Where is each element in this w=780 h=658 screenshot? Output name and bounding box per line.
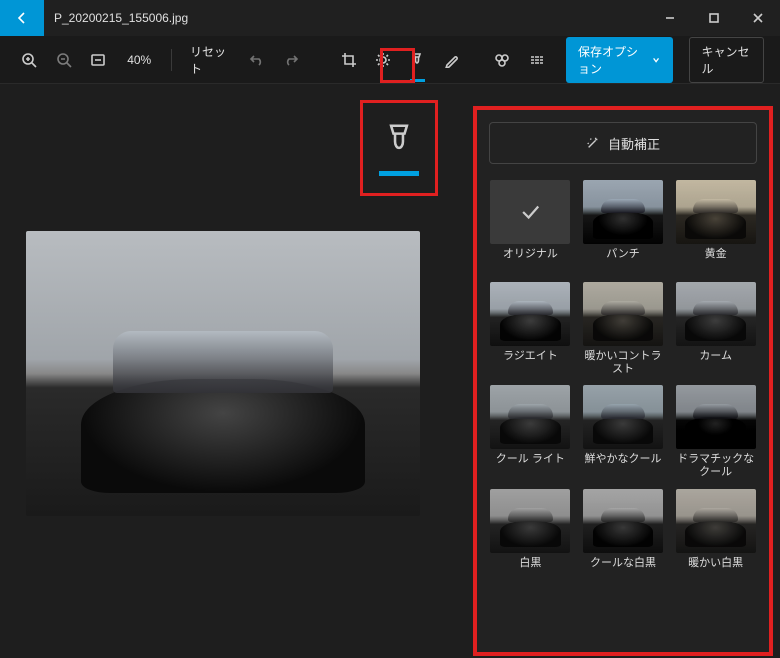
filter-golden[interactable]: 黄金 — [674, 180, 757, 272]
zoom-out-button[interactable] — [50, 44, 76, 76]
filter-thumb — [583, 489, 663, 553]
adjust-icon — [375, 52, 391, 68]
filter-thumb — [676, 180, 756, 244]
zoom-in-icon — [21, 52, 37, 68]
separator — [171, 49, 172, 71]
zoom-percent[interactable]: 40% — [119, 53, 159, 67]
filter-cool-light[interactable]: クール ライト — [489, 385, 572, 478]
filter-label: 暖かいコントラスト — [582, 350, 665, 375]
save-label: 保存オプション — [578, 43, 646, 77]
filter-thumb — [676, 282, 756, 346]
filter-label: カーム — [699, 350, 732, 374]
minimize-icon — [664, 12, 676, 24]
filter-button[interactable] — [404, 44, 430, 76]
filters-grid: オリジナル パンチ 黄金 ラジエイト 暖かいコントラスト カーム — [489, 180, 757, 581]
close-button[interactable] — [736, 0, 780, 36]
filters-panel: 自動補正 オリジナル パンチ 黄金 ラジエイト 暖かいコントラスト — [473, 106, 773, 656]
toolbar: 40% リセット 保存オプション キャンセル — [0, 36, 780, 84]
filter-label: クールな白黒 — [590, 557, 656, 581]
filter-thumb — [490, 180, 570, 244]
filter-thumb — [583, 282, 663, 346]
blur-button[interactable] — [524, 44, 550, 76]
erase-button[interactable] — [489, 44, 515, 76]
adjust-button[interactable] — [370, 44, 396, 76]
main-area: 自動補正 オリジナル パンチ 黄金 ラジエイト 暖かいコントラスト — [0, 84, 780, 658]
window-title: P_20200215_155006.jpg — [44, 11, 648, 25]
minimize-button[interactable] — [648, 0, 692, 36]
filter-label: ドラマチックなクール — [674, 453, 757, 478]
undo-icon — [249, 52, 265, 68]
image-preview[interactable] — [26, 231, 420, 516]
pen-icon — [444, 52, 460, 68]
check-icon — [519, 201, 541, 223]
auto-correct-button[interactable]: 自動補正 — [489, 122, 757, 164]
crop-button[interactable] — [335, 44, 361, 76]
filter-brush-icon — [409, 52, 425, 68]
filter-punch[interactable]: パンチ — [582, 180, 665, 272]
back-button[interactable] — [0, 0, 44, 36]
auto-correct-label: 自動補正 — [608, 134, 660, 153]
redo-icon — [283, 52, 299, 68]
filter-thumb — [583, 180, 663, 244]
filter-thumb — [490, 282, 570, 346]
fit-button[interactable] — [85, 44, 111, 76]
filter-dramatic-cool[interactable]: ドラマチックなクール — [674, 385, 757, 478]
filter-warm-contrast[interactable]: 暖かいコントラスト — [582, 282, 665, 375]
filter-label: 暖かい白黒 — [688, 557, 743, 581]
undo-button[interactable] — [244, 44, 270, 76]
zoom-out-icon — [56, 52, 72, 68]
filter-label: ラジエイト — [503, 350, 558, 374]
filter-thumb — [676, 385, 756, 449]
filter-label: パンチ — [606, 248, 640, 272]
filter-radiate[interactable]: ラジエイト — [489, 282, 572, 375]
redo-button[interactable] — [278, 44, 304, 76]
cancel-button[interactable]: キャンセル — [689, 37, 765, 83]
filter-original[interactable]: オリジナル — [489, 180, 572, 272]
filter-label: クール ライト — [496, 453, 565, 477]
zoom-in-button[interactable] — [16, 44, 42, 76]
crop-icon — [341, 52, 357, 68]
brush-underline — [379, 171, 419, 176]
arrow-left-icon — [14, 10, 30, 26]
title-bar: P_20200215_155006.jpg — [0, 0, 780, 36]
annotation-highlight-brush — [360, 100, 438, 196]
blur-icon — [529, 52, 545, 68]
filter-thumb — [490, 385, 570, 449]
reset-button[interactable]: リセット — [184, 43, 236, 77]
brush-large-icon — [380, 121, 418, 159]
filter-cool-bw[interactable]: クールな白黒 — [582, 489, 665, 581]
maximize-button[interactable] — [692, 0, 736, 36]
markup-button[interactable] — [439, 44, 465, 76]
save-options-button[interactable]: 保存オプション — [566, 37, 673, 83]
filter-label: オリジナル — [503, 248, 558, 272]
fit-icon — [90, 52, 106, 68]
filter-label: 鮮やかなクール — [584, 453, 661, 477]
window-controls — [648, 0, 780, 36]
close-icon — [752, 12, 764, 24]
wand-icon — [586, 136, 600, 150]
filter-bw[interactable]: 白黒 — [489, 489, 572, 581]
filter-calm[interactable]: カーム — [674, 282, 757, 375]
filter-thumb — [583, 385, 663, 449]
filter-label: 黄金 — [705, 248, 727, 272]
filter-warm-bw[interactable]: 暖かい白黒 — [674, 489, 757, 581]
filter-thumb — [490, 489, 570, 553]
chevron-down-icon — [652, 55, 660, 65]
erase-icon — [494, 52, 510, 68]
maximize-icon — [708, 12, 720, 24]
filter-vivid-cool[interactable]: 鮮やかなクール — [582, 385, 665, 478]
filter-thumb — [676, 489, 756, 553]
filter-label: 白黒 — [519, 557, 541, 581]
